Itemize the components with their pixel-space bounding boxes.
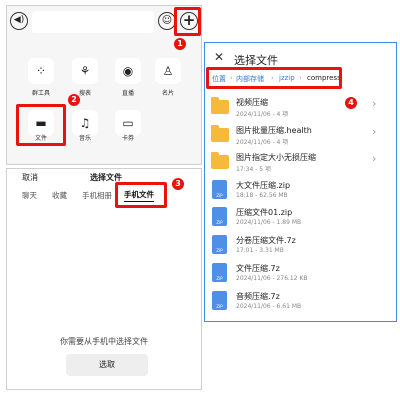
person-icon: ♙: [162, 64, 174, 78]
zip-file-icon: [212, 180, 227, 199]
folder-icon: [211, 152, 229, 169]
record-icon: ◉: [122, 64, 134, 78]
file-meta: 2024/11/06 - 4 项: [236, 139, 289, 146]
chevron-right-icon[interactable]: ›: [372, 152, 376, 165]
tile-label: 名片: [161, 90, 174, 97]
file-name[interactable]: 视频压缩: [236, 97, 268, 108]
file-meta: 18:18 - 62.56 MB: [236, 192, 288, 199]
search-tile[interactable]: ⚘: [72, 58, 98, 84]
file-meta: 17:34 - 5 项: [236, 166, 271, 173]
group-tools-tile[interactable]: ⁘: [28, 58, 54, 84]
file-meta: 17:01 - 3.31 MB: [236, 247, 284, 254]
live-tile[interactable]: ◉: [115, 58, 141, 84]
file-name[interactable]: 压缩文件01.zip: [236, 207, 292, 218]
tab-favorites[interactable]: 收藏: [52, 190, 67, 201]
step-badge-2: 2: [68, 94, 80, 106]
file-meta: 2024/11/06 - 6.61 MB: [236, 303, 302, 310]
file-meta: 2024/11/06 - 276.12 KB: [236, 275, 308, 282]
grid-icon: ⁘: [35, 64, 47, 78]
file-name[interactable]: 大文件压缩.zip: [236, 180, 290, 191]
file-name[interactable]: 音频压缩.7z: [236, 291, 280, 302]
step-badge-1: 1: [174, 38, 186, 50]
highlight-box-breadcrumb: [206, 67, 342, 89]
zip-file-icon: [212, 235, 227, 254]
chevron-right-icon[interactable]: ›: [372, 97, 376, 110]
step-badge-3: 3: [172, 178, 184, 190]
step-badge-4: 4: [345, 97, 357, 109]
zip-file-icon: [212, 291, 227, 310]
highlight-box-plus: [174, 7, 201, 36]
voice-icon[interactable]: ◀): [10, 12, 28, 30]
tile-label: 卡券: [121, 135, 134, 142]
tile-label: 音乐: [78, 135, 91, 142]
browser-title: 选择文件: [234, 54, 278, 67]
file-name[interactable]: 图片指定大小无损压缩: [236, 152, 316, 163]
music-icon: ♫: [79, 116, 91, 130]
cancel-button[interactable]: 取消: [22, 172, 38, 183]
close-icon[interactable]: ✕: [214, 50, 224, 64]
empty-message: 你需要从手机中选择文件: [60, 337, 148, 346]
card-icon: ▭: [122, 116, 134, 130]
ring-icon: ⚘: [79, 64, 91, 78]
tile-label: 群工具: [31, 90, 50, 97]
zip-file-icon: [212, 263, 227, 282]
file-meta: 2024/11/06 - 4 项: [236, 111, 289, 118]
folder-icon: [211, 125, 229, 142]
contact-card-tile[interactable]: ♙: [155, 58, 181, 84]
file-meta: 2024/11/06 - 1.89 MB: [236, 219, 302, 226]
tile-label: 直播: [121, 90, 134, 97]
tab-album[interactable]: 手机相册: [82, 190, 112, 201]
chevron-right-icon[interactable]: ›: [372, 125, 376, 138]
file-name[interactable]: 分卷压缩文件.7z: [236, 235, 296, 246]
message-input[interactable]: [32, 11, 154, 33]
file-name[interactable]: 图片批量压缩.health: [236, 125, 312, 136]
highlight-box-file: [16, 104, 66, 146]
tab-chat[interactable]: 聊天: [22, 190, 37, 201]
file-name[interactable]: 文件压缩.7z: [236, 263, 280, 274]
select-button[interactable]: 选取: [66, 354, 148, 376]
zip-file-icon: [212, 207, 227, 226]
folder-icon: [211, 97, 229, 114]
highlight-box-phone-files: [115, 182, 167, 208]
